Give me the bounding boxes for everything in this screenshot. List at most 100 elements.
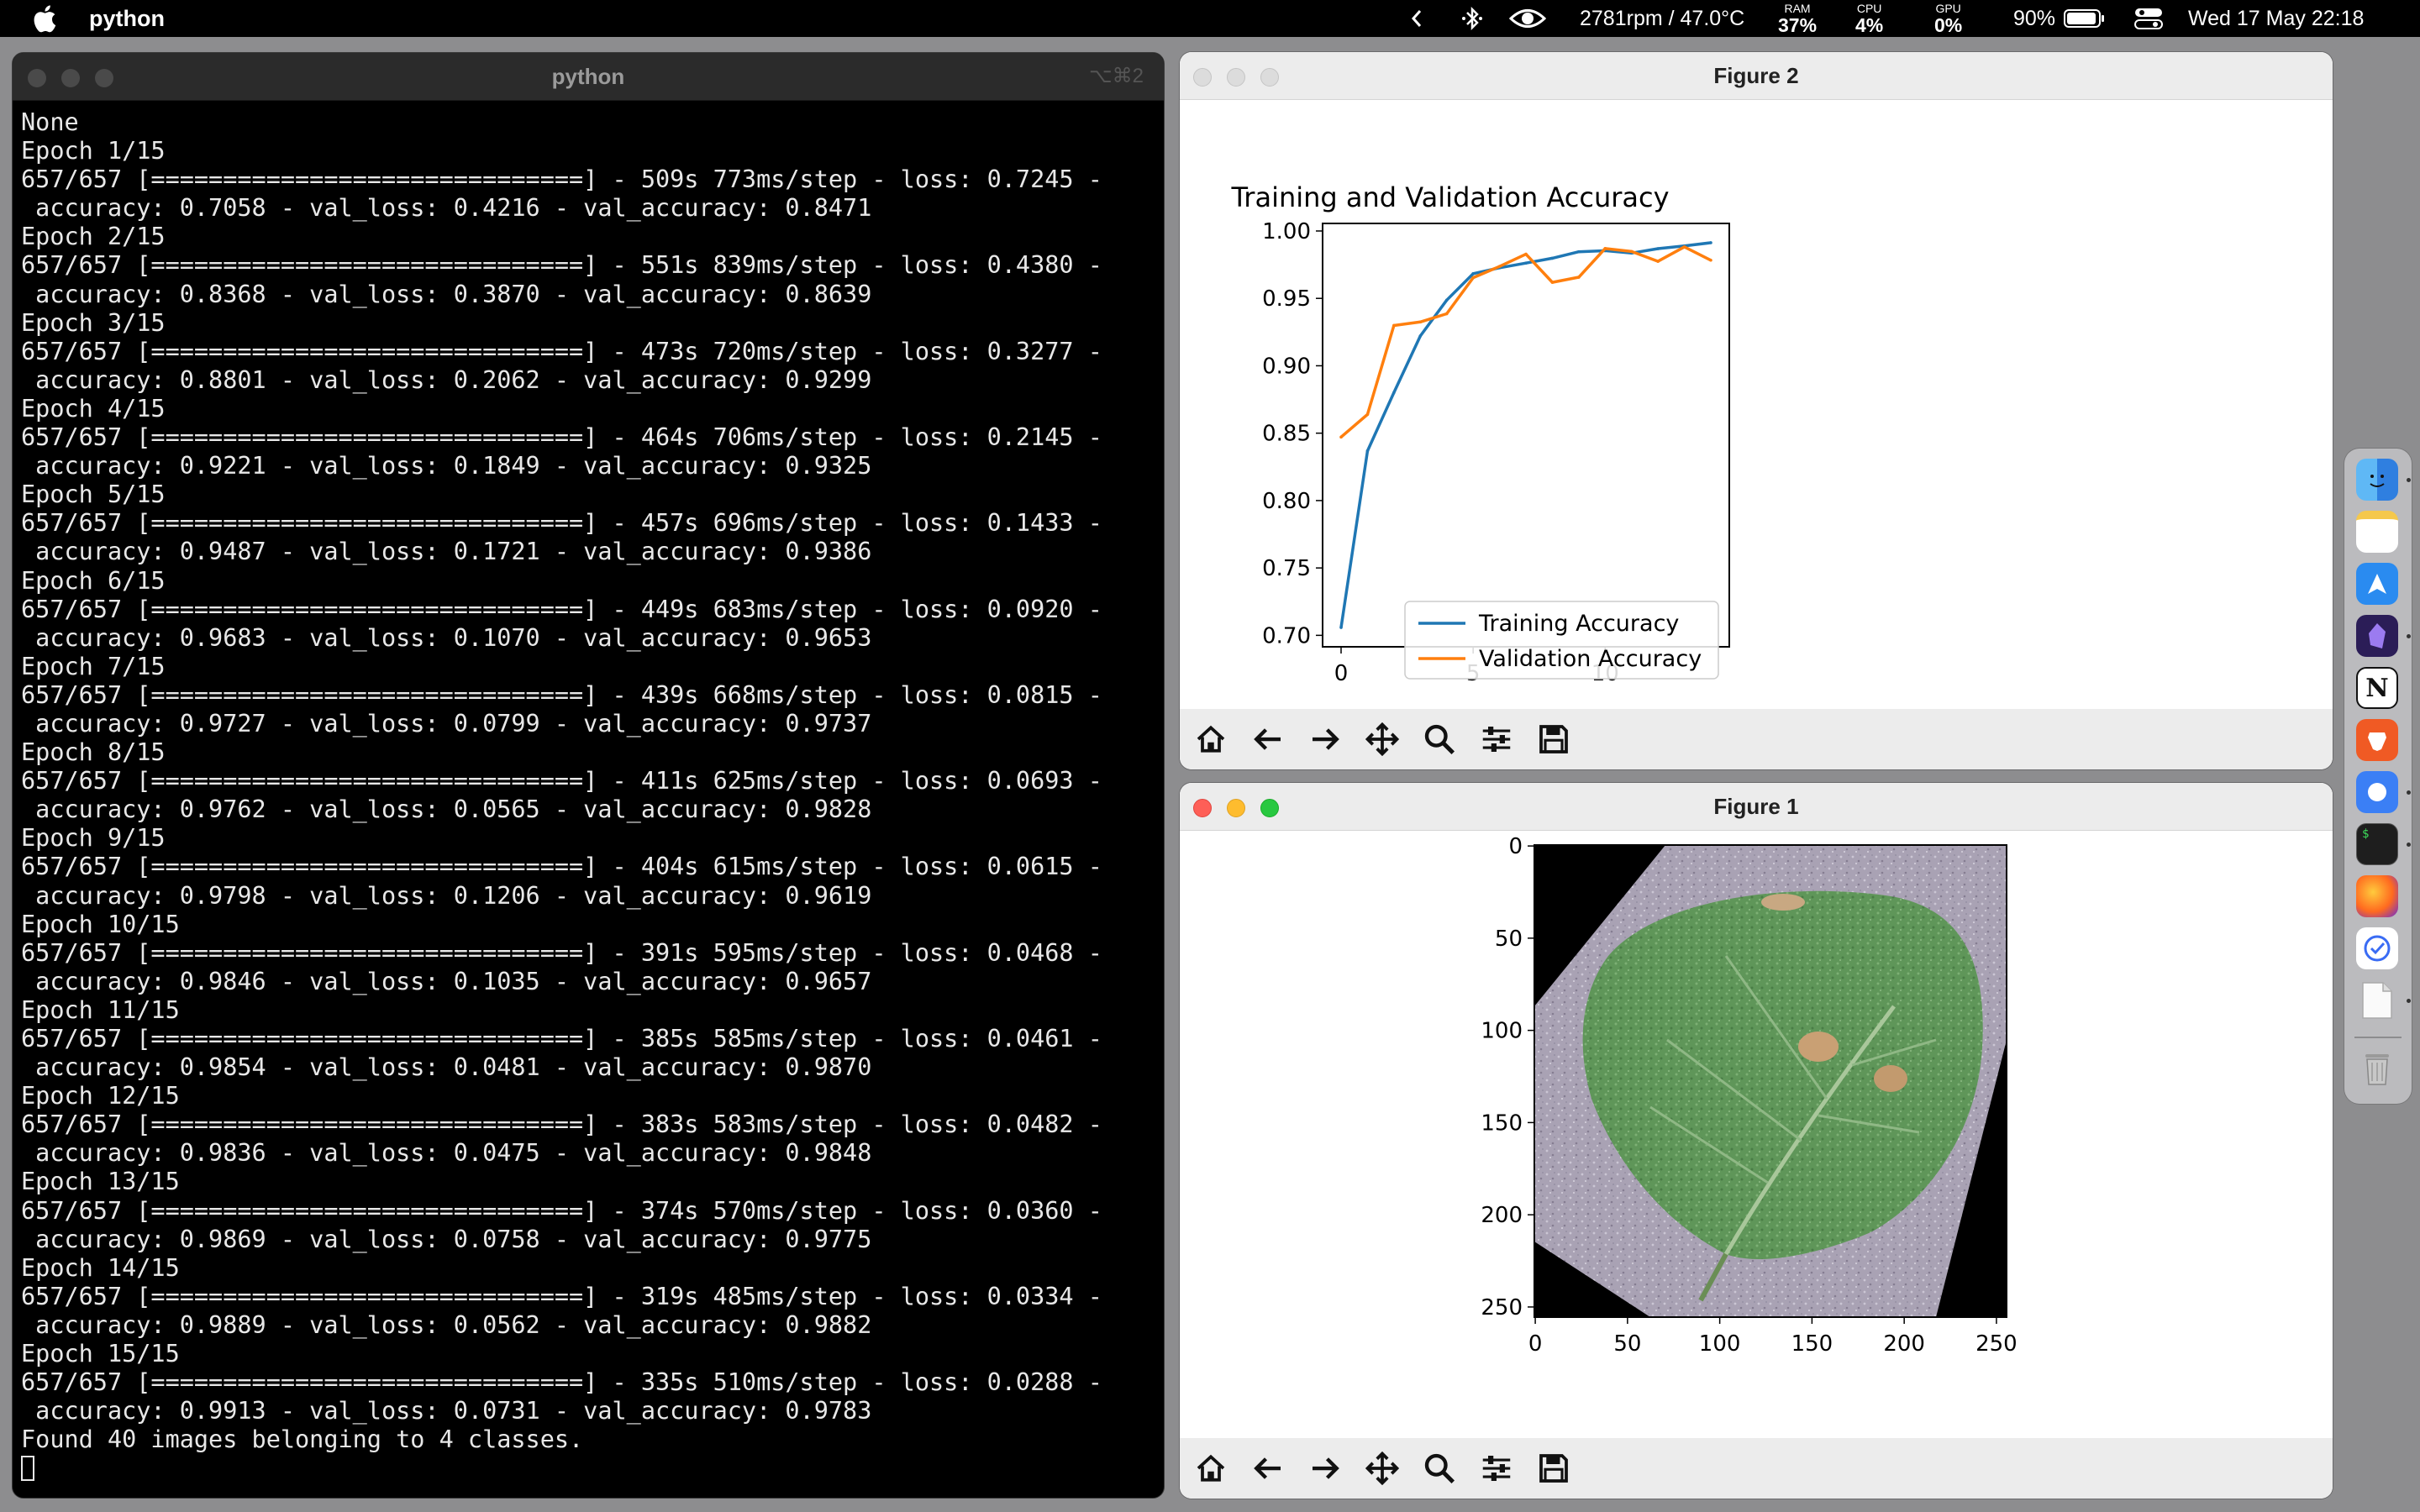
terminal-line: accuracy: 0.9727 - val_loss: 0.0799 - va… [21, 709, 872, 738]
apple-icon[interactable] [32, 3, 60, 34]
forward-arrow-icon [1313, 1457, 1339, 1479]
image-axes[interactable]: 0 50 100 150 200 250050100150200250 [1180, 830, 2333, 1438]
terminal-line: accuracy: 0.9798 - val_loss: 0.1206 - va… [21, 881, 872, 910]
brave-icon[interactable] [2356, 719, 2398, 761]
configure-subplots-button[interactable] [1470, 715, 1523, 764]
configure-subplots-icon [1482, 727, 1511, 752]
back-arrow-button[interactable] [1242, 715, 1294, 764]
terminal-line: Epoch 8/15 [21, 738, 166, 767]
data-point [1524, 252, 1528, 256]
data-point [1709, 241, 1712, 244]
cpu-stat[interactable]: CPU 4% [1855, 3, 1884, 36]
y-tick-label: 200 [1481, 1203, 1523, 1228]
menu-bar: python 2781rpm / 47.0°C RAM 37% CPU 4% G… [0, 0, 2420, 37]
zoom-button[interactable] [1413, 1444, 1465, 1493]
terminal-line: 657/657 [==============================]… [21, 1110, 1102, 1139]
signal-icon[interactable] [2356, 771, 2398, 813]
fan-temp-readout[interactable]: 2781rpm / 47.0°C [1580, 0, 1744, 37]
terminal-line: Epoch 4/15 [21, 394, 166, 423]
firefox-icon[interactable] [2356, 875, 2398, 917]
chevron-left-icon[interactable] [1410, 0, 1423, 37]
figure-2-window[interactable]: Figure 2 Training and Validation Accurac… [1180, 52, 2333, 769]
forward-arrow-button[interactable] [1299, 1444, 1351, 1493]
notion-icon[interactable]: N [2356, 667, 2398, 709]
pan-button[interactable] [1356, 715, 1408, 764]
terminal-line: Epoch 3/15 [21, 308, 166, 337]
leaf-image [1534, 845, 2007, 1317]
cpu-value: 4% [1855, 14, 1884, 36]
eye-icon[interactable] [1509, 0, 1546, 37]
x-tick-label: 50 [1613, 1331, 1641, 1357]
data-point [1339, 626, 1343, 629]
trash-icon[interactable] [2356, 1047, 2398, 1089]
running-indicator [2407, 790, 2411, 795]
pan-icon [1365, 722, 1399, 756]
data-point [1444, 298, 1449, 302]
terminal-line: 657/657 [==============================]… [21, 337, 1102, 365]
terminal-output[interactable]: None Epoch 1/15 657/657 [=================… [21, 108, 1159, 1483]
y-tick-label: 0.90 [1262, 354, 1311, 379]
dock-divider [2354, 1037, 2402, 1038]
obsidian-icon[interactable] [2356, 615, 2398, 657]
accuracy-chart[interactable]: Training and Validation Accuracy 0.70 0.75… [1180, 99, 2333, 709]
terminal-line: Epoch 6/15 [21, 566, 166, 595]
zoom-button[interactable] [1413, 715, 1465, 764]
terminal-titlebar[interactable]: python ⌥⌘2 [13, 53, 1164, 101]
save-button[interactable] [1528, 715, 1580, 764]
terminal-line: Epoch 2/15 [21, 223, 166, 251]
clock[interactable]: Wed 17 May 22:18 [2188, 0, 2364, 37]
terminal-line: Epoch 11/15 [21, 995, 180, 1024]
document-icon[interactable] [2356, 979, 2398, 1021]
x-tick-label: 150 [1791, 1331, 1833, 1357]
save-button[interactable] [1528, 1444, 1580, 1493]
home-button[interactable] [1185, 715, 1237, 764]
app-name-menu[interactable]: python [89, 6, 165, 32]
pan-button[interactable] [1356, 1444, 1408, 1493]
terminal-line: 657/657 [==============================]… [21, 1025, 1102, 1053]
terminal-line: 657/657 [==============================]… [21, 853, 1102, 881]
configure-subplots-button[interactable] [1470, 1444, 1523, 1493]
data-point [1629, 249, 1634, 254]
data-point [1339, 435, 1343, 439]
terminal-line: 657/657 [==============================]… [21, 251, 1102, 280]
ram-stat[interactable]: RAM 37% [1778, 2, 1817, 36]
home-icon [1197, 725, 1225, 753]
battery-percent[interactable]: 90% [2013, 0, 2055, 37]
terminal-window[interactable]: python ⌥⌘2 None Epoch 1/15 657/657 [======… [12, 52, 1165, 1499]
terminal-line: Epoch 12/15 [21, 1082, 180, 1110]
back-arrow-icon [1254, 1457, 1281, 1479]
finder-icon[interactable] [2356, 459, 2398, 501]
terminal-line: Epoch 15/15 [21, 1340, 180, 1368]
control-center-icon[interactable] [2134, 0, 2163, 37]
chart-title: Training and Validation Accuracy [1230, 181, 1669, 213]
todo-icon[interactable] [2356, 927, 2398, 969]
terminal-line: accuracy: 0.9221 - val_loss: 0.1849 - va… [21, 452, 872, 480]
home-button[interactable] [1185, 1444, 1237, 1493]
figure-2-titlebar[interactable]: Figure 2 [1180, 52, 2333, 100]
gpu-stat[interactable]: GPU 0% [1934, 3, 1963, 36]
terminal-line: 657/657 [==============================]… [21, 423, 1102, 452]
data-point [1365, 449, 1370, 453]
back-arrow-button[interactable] [1242, 1444, 1294, 1493]
data-point [1392, 323, 1396, 328]
figure-2-title: Figure 2 [1713, 63, 1799, 88]
running-indicator [2407, 634, 2411, 638]
forward-arrow-button[interactable] [1299, 715, 1351, 764]
battery-icon[interactable] [2064, 0, 2106, 37]
notes-icon[interactable] [2356, 511, 2398, 553]
terminal-line: Epoch 14/15 [21, 1253, 180, 1282]
direct-icon[interactable] [2356, 563, 2398, 605]
data-point [1656, 260, 1660, 263]
figure-1-window[interactable]: Figure 1 0 50 100 150 200 250 0 50 100 1… [1180, 783, 2333, 1499]
terminal-line: 657/657 [==============================]… [21, 767, 1102, 795]
gpu-value: 0% [1934, 14, 1963, 36]
bluetooth-icon[interactable] [1460, 0, 1484, 37]
figure-1-titlebar[interactable]: Figure 1 [1180, 783, 2333, 831]
terminal-prompt-line[interactable] [21, 1454, 1159, 1483]
x-tick-label: 0 [1528, 1331, 1543, 1357]
terminal-line: accuracy: 0.9846 - val_loss: 0.1035 - va… [21, 967, 872, 995]
terminal-line: Epoch 1/15 [21, 137, 166, 165]
pan-icon [1365, 1452, 1399, 1485]
ram-label: RAM [1784, 2, 1811, 15]
terminal-icon[interactable]: $ [2356, 823, 2398, 865]
